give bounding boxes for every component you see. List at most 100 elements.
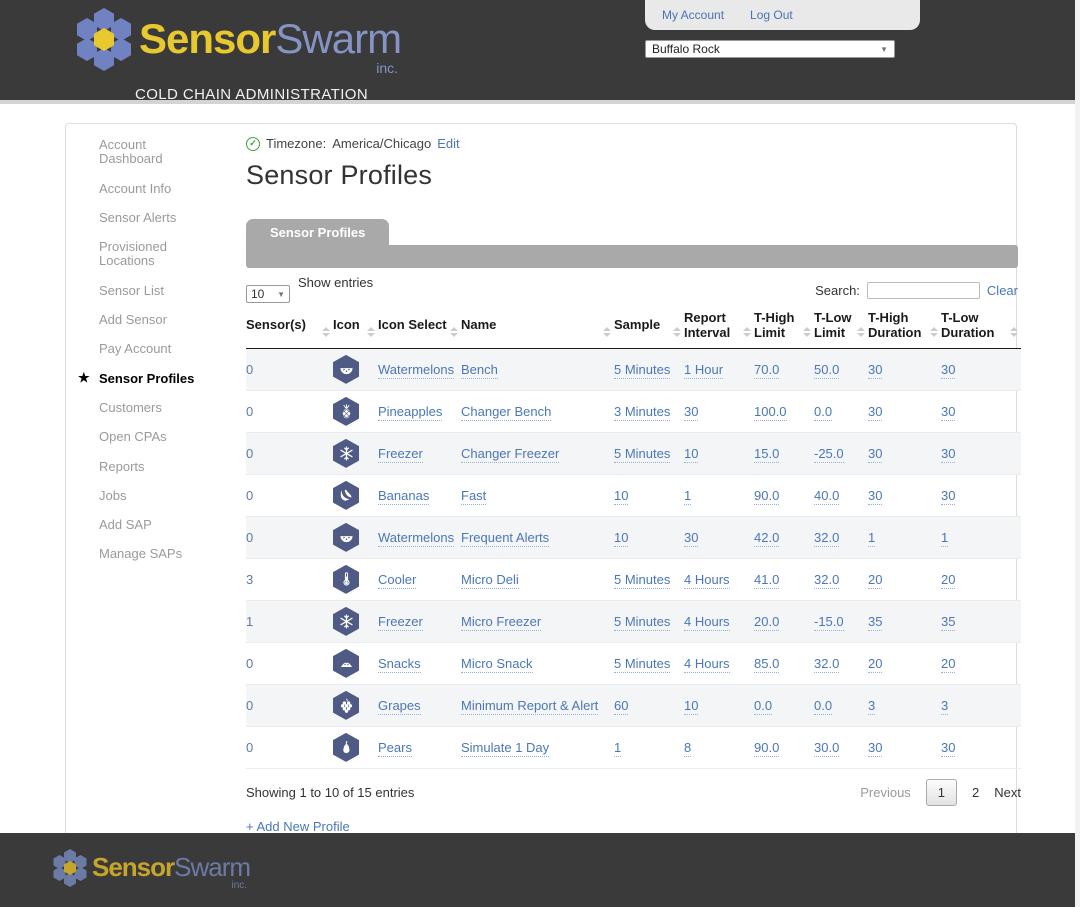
sort-arrows-icon[interactable]: [930, 327, 938, 337]
sample-link[interactable]: 5 Minutes: [614, 614, 670, 631]
t-high-duration-link[interactable]: 30: [868, 488, 882, 505]
sidebar-item-customers[interactable]: Customers: [81, 401, 199, 415]
icon-select-link[interactable]: Snacks: [378, 656, 421, 673]
sort-arrows-icon[interactable]: [322, 327, 330, 337]
pagination-next[interactable]: Next: [994, 785, 1021, 800]
sample-link[interactable]: 3 Minutes: [614, 404, 670, 421]
t-high-limit-link[interactable]: 100.0: [754, 404, 787, 421]
t-low-duration-link[interactable]: 1: [941, 530, 948, 547]
report-interval-link[interactable]: 10: [684, 446, 698, 463]
t-high-limit-link[interactable]: 42.0: [754, 530, 779, 547]
sidebar-item-sensor-profiles[interactable]: ★Sensor Profiles: [81, 372, 199, 386]
pagination-page-2[interactable]: 2: [972, 785, 979, 800]
t-high-limit-link[interactable]: 90.0: [754, 740, 779, 757]
t-high-limit-link[interactable]: 70.0: [754, 362, 779, 379]
icon-select-link[interactable]: Freezer: [378, 614, 423, 631]
t-low-duration-link[interactable]: 30: [941, 404, 955, 421]
column-header-name[interactable]: Name: [461, 307, 614, 348]
t-high-duration-link[interactable]: 3: [868, 698, 875, 715]
sample-link[interactable]: 5 Minutes: [614, 656, 670, 673]
sidebar-item-account-dashboard[interactable]: Account Dashboard: [81, 138, 199, 167]
t-high-duration-link[interactable]: 30: [868, 362, 882, 379]
sort-arrows-icon[interactable]: [367, 327, 375, 337]
t-high-duration-link[interactable]: 30: [868, 446, 882, 463]
t-high-limit-link[interactable]: 0.0: [754, 698, 772, 715]
icon-select-link[interactable]: Grapes: [378, 698, 421, 715]
t-high-duration-link[interactable]: 1: [868, 530, 875, 547]
sample-link[interactable]: 1: [614, 740, 621, 757]
report-interval-link[interactable]: 30: [684, 404, 698, 421]
column-header-icon-select[interactable]: Icon Select: [378, 307, 461, 348]
column-header-t-low-limit[interactable]: T-Low Limit: [814, 307, 868, 348]
t-low-duration-link[interactable]: 30: [941, 488, 955, 505]
t-high-limit-link[interactable]: 15.0: [754, 446, 779, 463]
report-interval-link[interactable]: 4 Hours: [684, 656, 730, 673]
t-low-limit-link[interactable]: 50.0: [814, 362, 839, 379]
report-interval-link[interactable]: 10: [684, 698, 698, 715]
sidebar-item-add-sensor[interactable]: Add Sensor: [81, 313, 199, 327]
t-low-limit-link[interactable]: 30.0: [814, 740, 839, 757]
report-interval-link[interactable]: 8: [684, 740, 691, 757]
icon-select-link[interactable]: Bananas: [378, 488, 429, 505]
sample-link[interactable]: 5 Minutes: [614, 446, 670, 463]
tab-sensor-profiles[interactable]: Sensor Profiles: [246, 219, 389, 247]
profile-name-link[interactable]: Changer Freezer: [461, 446, 559, 463]
t-high-duration-link[interactable]: 35: [868, 614, 882, 631]
timezone-edit-link[interactable]: Edit: [437, 136, 459, 151]
t-low-duration-link[interactable]: 20: [941, 656, 955, 673]
profile-name-link[interactable]: Micro Deli: [461, 572, 519, 589]
profile-name-link[interactable]: Bench: [461, 362, 498, 379]
icon-select-link[interactable]: Cooler: [378, 572, 416, 589]
profile-name-link[interactable]: Micro Snack: [461, 656, 533, 673]
sample-link[interactable]: 60: [614, 698, 628, 715]
t-high-limit-link[interactable]: 90.0: [754, 488, 779, 505]
t-low-limit-link[interactable]: -25.0: [814, 446, 844, 463]
column-header-t-high-duration[interactable]: T-High Duration: [868, 307, 941, 348]
logout-link[interactable]: Log Out: [750, 8, 793, 22]
profile-name-link[interactable]: Frequent Alerts: [461, 530, 549, 547]
report-interval-link[interactable]: 4 Hours: [684, 614, 730, 631]
t-low-limit-link[interactable]: -15.0: [814, 614, 844, 631]
sidebar-item-sensor-list[interactable]: Sensor List: [81, 284, 199, 298]
column-header-report-interval[interactable]: Report Interval: [684, 307, 754, 348]
icon-select-link[interactable]: Watermelons: [378, 362, 454, 379]
sidebar-item-open-cpas[interactable]: Open CPAs: [81, 430, 199, 444]
sort-arrows-icon[interactable]: [450, 327, 458, 337]
t-high-duration-link[interactable]: 30: [868, 740, 882, 757]
t-low-duration-link[interactable]: 30: [941, 446, 955, 463]
sidebar-item-jobs[interactable]: Jobs: [81, 489, 199, 503]
t-high-limit-link[interactable]: 85.0: [754, 656, 779, 673]
t-high-duration-link[interactable]: 20: [868, 656, 882, 673]
t-high-limit-link[interactable]: 20.0: [754, 614, 779, 631]
page-size-select[interactable]: 10 ▼: [246, 285, 290, 303]
t-high-limit-link[interactable]: 41.0: [754, 572, 779, 589]
page-scrollbar[interactable]: [1075, 0, 1080, 907]
t-high-duration-link[interactable]: 20: [868, 572, 882, 589]
column-header-t-low-duration[interactable]: T-Low Duration: [941, 307, 1021, 348]
sort-arrows-icon[interactable]: [803, 327, 811, 337]
sidebar-item-add-sap[interactable]: Add SAP: [81, 518, 199, 532]
icon-select-link[interactable]: Pears: [378, 740, 412, 757]
sort-arrows-icon[interactable]: [743, 327, 751, 337]
column-header-t-high-limit[interactable]: T-High Limit: [754, 307, 814, 348]
pagination-page-1[interactable]: 1: [926, 779, 957, 806]
sidebar-item-provisioned-locations[interactable]: Provisioned Locations: [81, 240, 199, 269]
search-clear-link[interactable]: Clear: [987, 283, 1018, 298]
t-low-limit-link[interactable]: 0.0: [814, 404, 832, 421]
sample-link[interactable]: 10: [614, 530, 628, 547]
profile-name-link[interactable]: Minimum Report & Alert: [461, 698, 598, 715]
t-low-duration-link[interactable]: 3: [941, 698, 948, 715]
t-low-duration-link[interactable]: 30: [941, 362, 955, 379]
report-interval-link[interactable]: 1 Hour: [684, 362, 723, 379]
sample-link[interactable]: 10: [614, 488, 628, 505]
sidebar-item-manage-saps[interactable]: Manage SAPs: [81, 547, 199, 561]
sample-link[interactable]: 5 Minutes: [614, 572, 670, 589]
t-low-limit-link[interactable]: 40.0: [814, 488, 839, 505]
profile-name-link[interactable]: Fast: [461, 488, 486, 505]
sort-arrows-icon[interactable]: [673, 327, 681, 337]
sort-arrows-icon[interactable]: [857, 327, 865, 337]
sidebar-item-reports[interactable]: Reports: [81, 460, 199, 474]
icon-select-link[interactable]: Pineapples: [378, 404, 442, 421]
my-account-link[interactable]: My Account: [662, 8, 724, 22]
pagination-previous[interactable]: Previous: [860, 785, 911, 800]
